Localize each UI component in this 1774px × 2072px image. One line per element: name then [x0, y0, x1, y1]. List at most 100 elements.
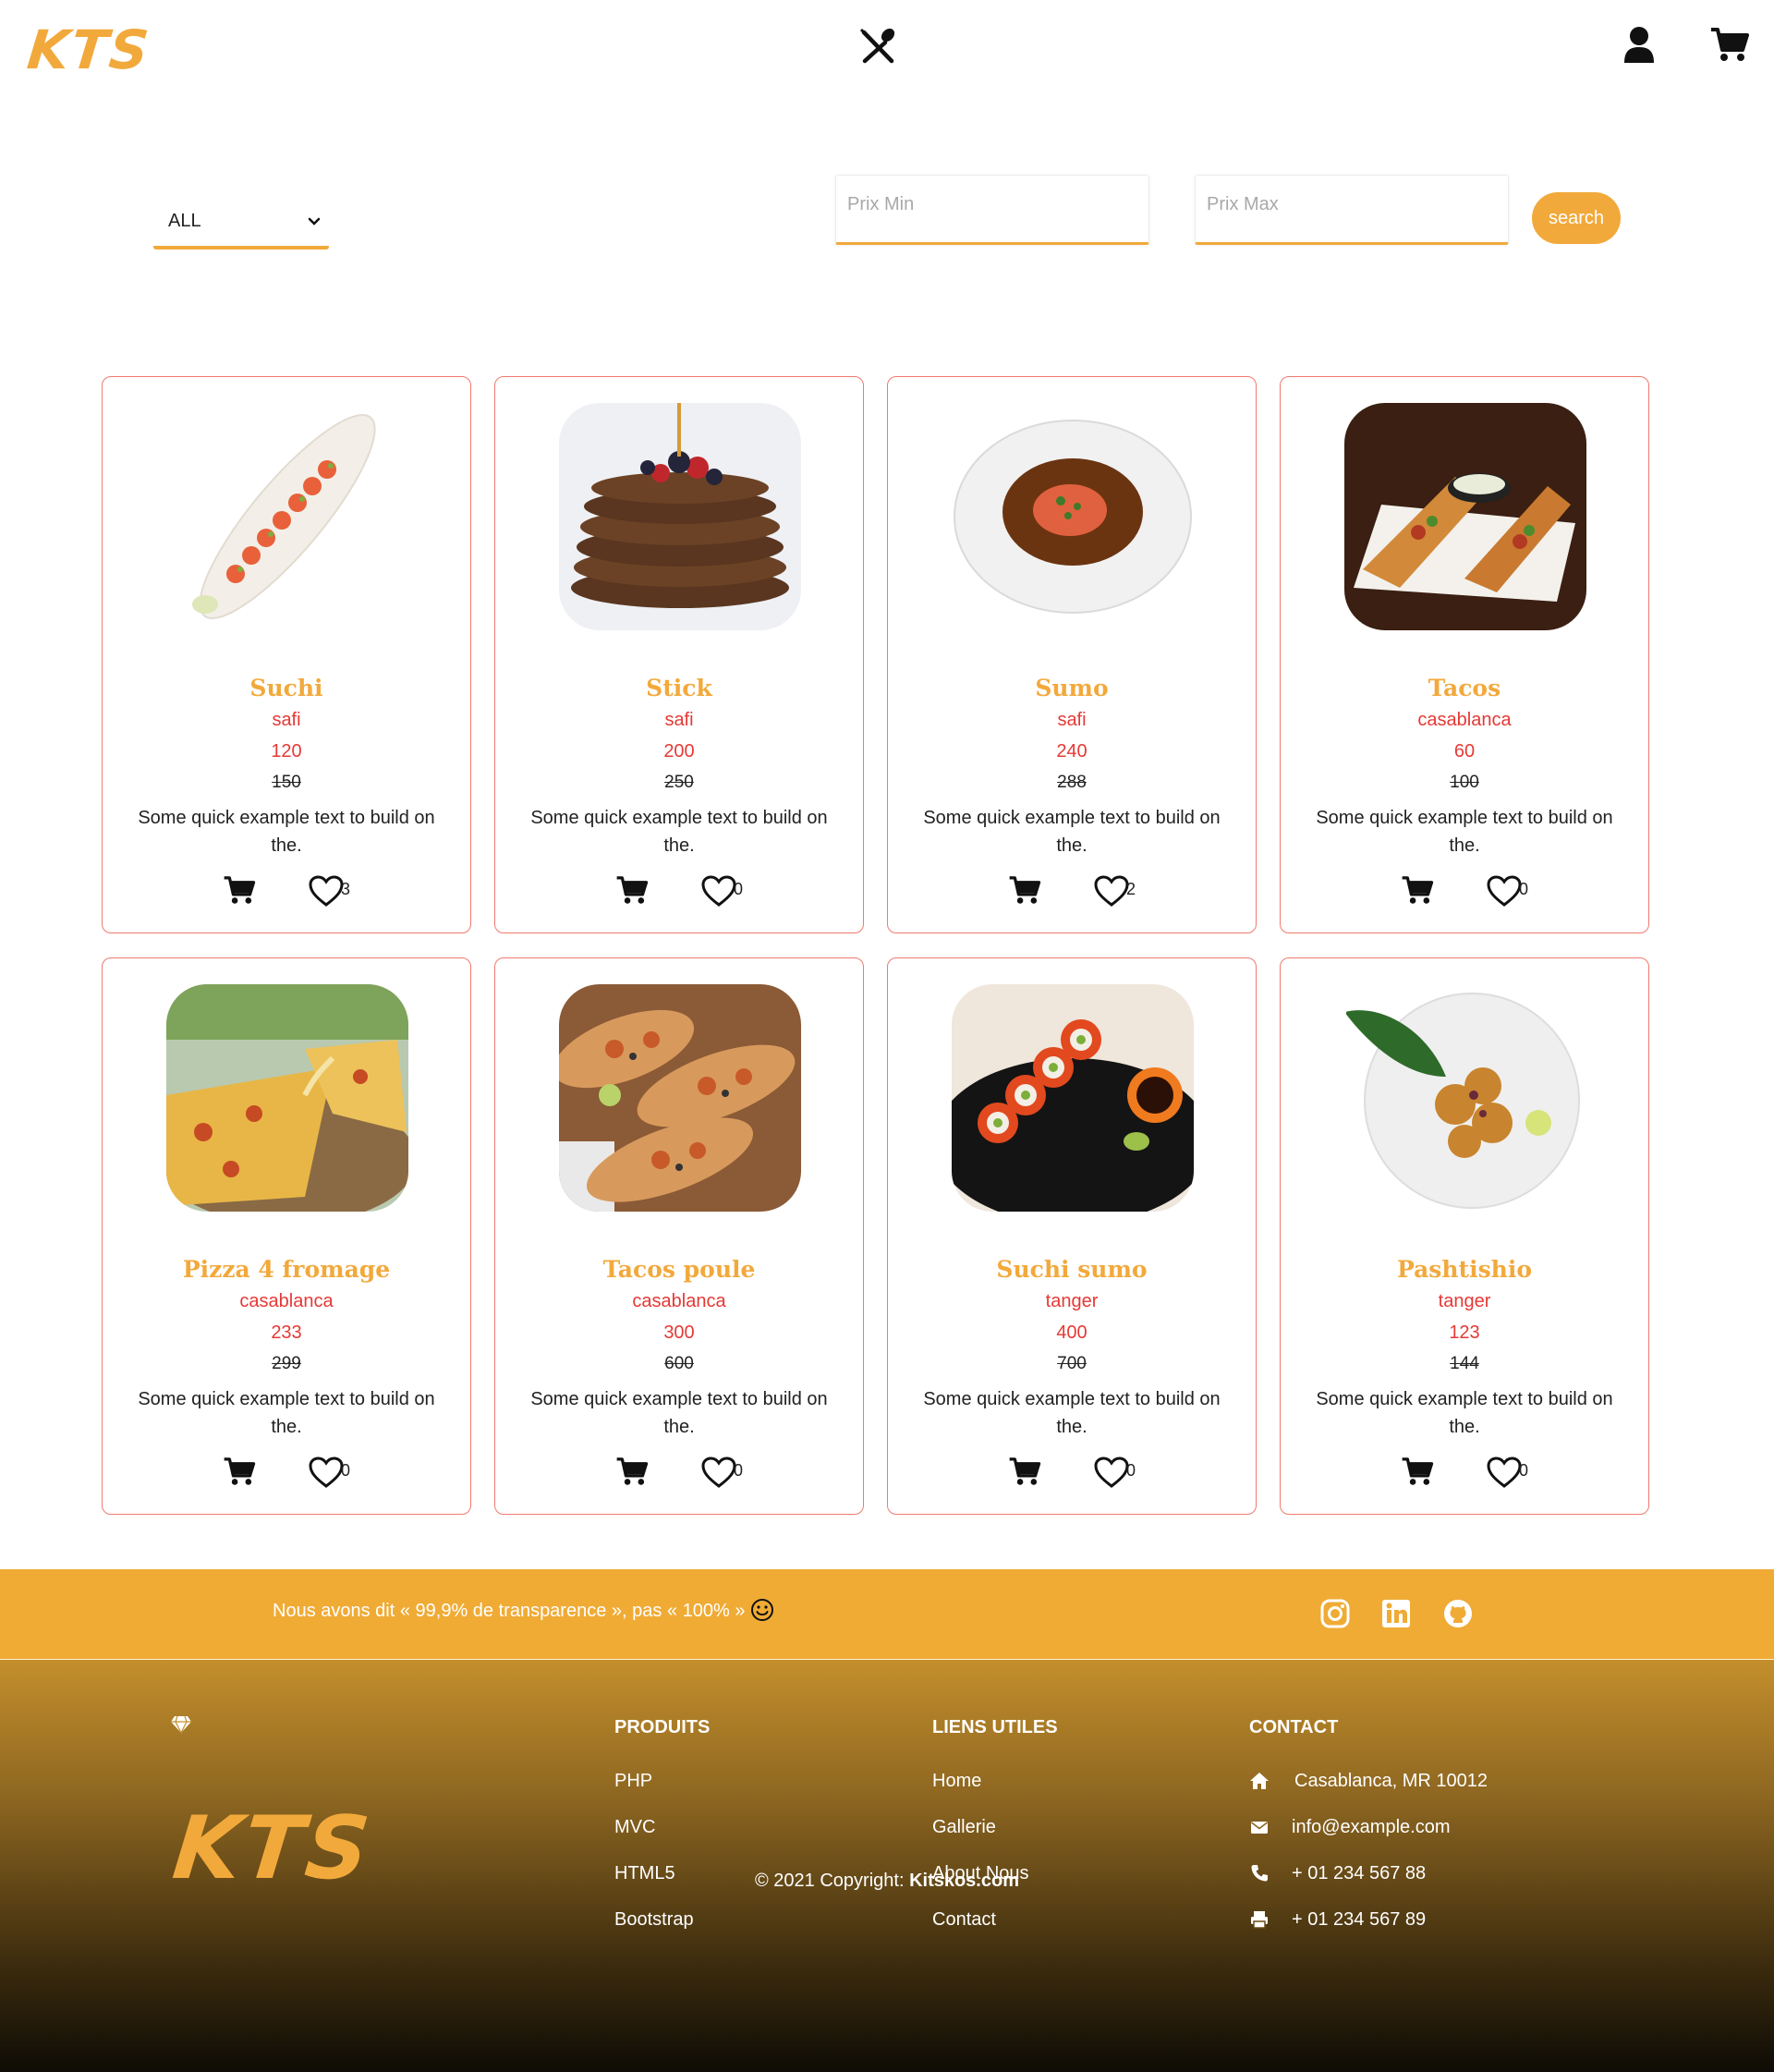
product-name[interactable]: Suchi sumo [888, 1256, 1256, 1283]
product-image[interactable] [559, 984, 801, 1212]
product-old-price: 250 [664, 773, 694, 792]
product-description: Some quick example text to build on the. [530, 1389, 828, 1437]
smiley-icon [751, 1599, 773, 1621]
product-image[interactable] [559, 403, 801, 630]
footer-link-php[interactable]: PHP [614, 1771, 652, 1792]
add-to-cart-icon[interactable] [615, 874, 649, 906]
product-card: Suchi sumo tanger 400 700 Some quick exa… [887, 957, 1257, 1515]
product-old-price: 600 [664, 1354, 694, 1373]
product-image[interactable] [952, 984, 1194, 1212]
product-card: Pizza 4 fromage casablanca 233 299 Some … [102, 957, 471, 1515]
heart-icon[interactable] [1093, 1456, 1130, 1489]
product-image[interactable] [1344, 984, 1586, 1212]
product-name[interactable]: Tacos poule [495, 1256, 863, 1283]
site-header: KTS [0, 0, 1774, 102]
product-price: 60 [1453, 741, 1476, 762]
product-image[interactable] [952, 403, 1194, 630]
heart-icon[interactable] [308, 874, 345, 908]
footer-link-bootstrap[interactable]: Bootstrap [614, 1909, 694, 1931]
instagram-icon[interactable] [1319, 1598, 1351, 1629]
like-count: 3 [341, 880, 351, 898]
home-icon [1250, 1773, 1269, 1789]
liens-utiles-heading: LIENS UTILES [932, 1717, 1058, 1737]
product-card: Sumo safi 240 288 Some quick example tex… [887, 376, 1257, 933]
product-city: safi [664, 710, 694, 730]
product-name[interactable]: Pashtishio [1281, 1256, 1648, 1283]
prix-max-input[interactable] [1195, 175, 1509, 245]
heart-icon[interactable] [1093, 874, 1130, 908]
heart-icon[interactable] [700, 1456, 737, 1489]
like-count: 2 [1126, 880, 1136, 898]
product-card: Tacos casablanca 60 100 Some quick examp… [1280, 376, 1649, 933]
product-description: Some quick example text to build on the. [923, 1389, 1221, 1437]
product-city: tanger [1045, 1291, 1099, 1311]
product-price: 400 [1056, 1322, 1087, 1343]
utensils-icon[interactable] [857, 26, 898, 67]
product-city: safi [272, 710, 301, 730]
product-card: Tacos poule casablanca 300 600 Some quic… [494, 957, 864, 1515]
product-old-price: 299 [272, 1354, 301, 1373]
user-icon[interactable] [1622, 26, 1656, 63]
add-to-cart-icon[interactable] [615, 1456, 649, 1487]
product-old-price: 150 [272, 773, 301, 792]
printer-icon [1251, 1911, 1268, 1929]
add-to-cart-icon[interactable] [1401, 874, 1434, 906]
add-to-cart-icon[interactable] [1008, 874, 1041, 906]
product-name[interactable]: Pizza 4 fromage [103, 1256, 470, 1283]
chevron-down-icon [308, 217, 321, 225]
heart-icon[interactable] [308, 1456, 345, 1489]
footer-social-band: Nous avons dit « 99,9% de transparence »… [0, 1569, 1774, 1660]
envelope-icon [1251, 1822, 1268, 1834]
product-image[interactable] [166, 403, 408, 630]
add-to-cart-icon[interactable] [1401, 1456, 1434, 1487]
footer-link-home[interactable]: Home [932, 1771, 981, 1792]
product-grid: Suchi safi 120 150 Some quick example te… [102, 376, 1649, 1515]
product-image[interactable] [166, 984, 408, 1212]
add-to-cart-icon[interactable] [223, 874, 256, 906]
like-count: 0 [1126, 1461, 1136, 1480]
search-button[interactable]: search [1532, 192, 1621, 244]
category-select-value: ALL [168, 211, 201, 231]
add-to-cart-icon[interactable] [1008, 1456, 1041, 1487]
like-count: 0 [1519, 880, 1529, 898]
copyright-site-link[interactable]: Kitskos.com [909, 1871, 1019, 1891]
heart-icon[interactable] [700, 874, 737, 908]
brand-logo[interactable]: KTS [24, 18, 152, 81]
product-description: Some quick example text to build on the. [138, 1389, 435, 1437]
footer-link-contact[interactable]: Contact [932, 1909, 996, 1931]
cart-icon[interactable] [1709, 26, 1750, 63]
category-select[interactable]: ALL [153, 196, 329, 250]
product-description: Some quick example text to build on the. [530, 808, 828, 856]
product-name[interactable]: Sumo [888, 675, 1256, 701]
heart-icon[interactable] [1486, 1456, 1523, 1489]
prix-min-input[interactable] [835, 175, 1149, 245]
contact-fax: + 01 234 567 89 [1292, 1909, 1427, 1930]
product-city: casablanca [632, 1291, 726, 1311]
product-name[interactable]: Suchi [103, 675, 470, 701]
product-old-price: 100 [1450, 773, 1479, 792]
product-price: 233 [271, 1322, 302, 1343]
like-count: 0 [341, 1461, 351, 1480]
heart-icon[interactable] [1486, 874, 1523, 908]
product-name[interactable]: Tacos [1281, 675, 1648, 701]
footer-link-mvc[interactable]: MVC [614, 1817, 655, 1838]
site-footer: KTS PRODUITS PHP MVC HTML5 Bootstrap LIE… [0, 1660, 1774, 2072]
product-city: casablanca [239, 1291, 334, 1311]
product-image[interactable] [1344, 403, 1586, 630]
footer-link-gallerie[interactable]: Gallerie [932, 1817, 996, 1838]
product-name[interactable]: Stick [495, 675, 863, 701]
add-to-cart-icon[interactable] [223, 1456, 256, 1487]
linkedin-icon[interactable] [1380, 1598, 1412, 1629]
product-card: Suchi safi 120 150 Some quick example te… [102, 376, 471, 933]
product-description: Some quick example text to build on the. [923, 808, 1221, 856]
product-old-price: 700 [1057, 1354, 1087, 1373]
github-icon[interactable] [1442, 1598, 1474, 1629]
like-count: 0 [734, 1461, 744, 1480]
product-price: 300 [663, 1322, 695, 1343]
product-city: casablanca [1417, 710, 1512, 730]
like-count: 0 [734, 880, 744, 898]
contact-email[interactable]: info@example.com [1292, 1817, 1450, 1838]
gem-icon [171, 1715, 191, 1734]
product-price: 120 [271, 741, 302, 762]
product-card: Stick safi 200 250 Some quick example te… [494, 376, 864, 933]
